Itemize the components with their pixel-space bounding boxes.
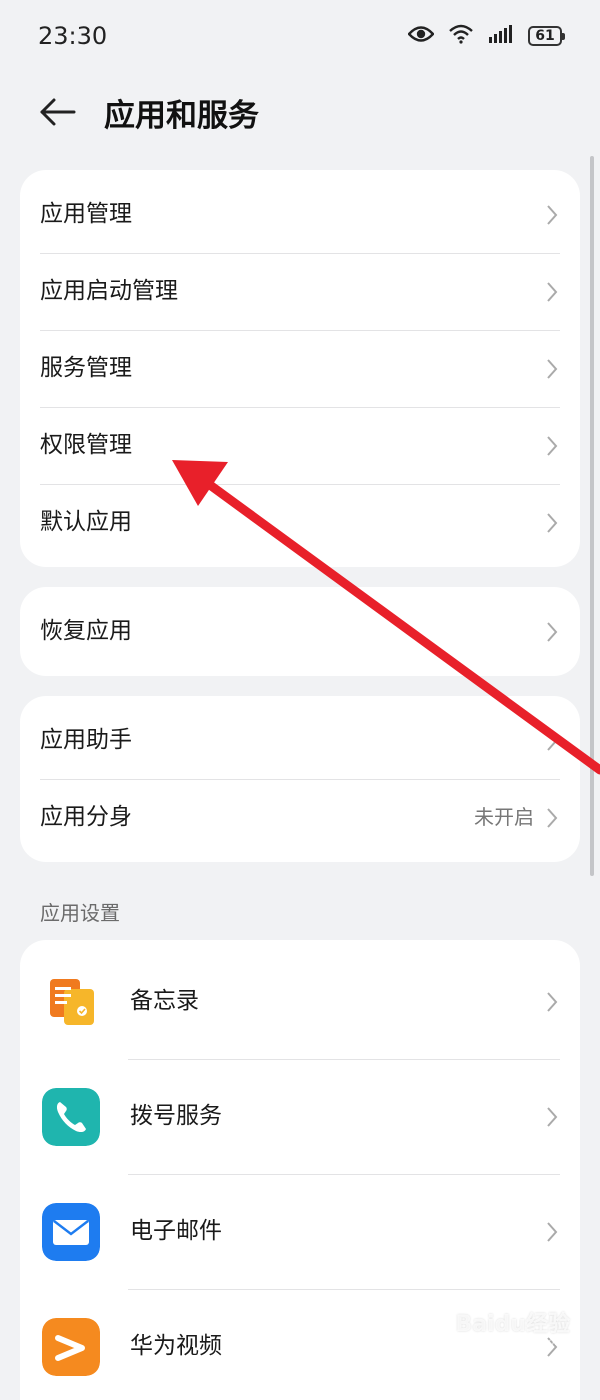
list-item-label: 华为视频 [130,1289,222,1400]
status-time: 23:30 [38,22,107,50]
chevron-right-icon [546,281,558,303]
chevron-right-icon [546,991,558,1013]
list-item-label: 默认应用 [40,484,132,561]
phone-icon [42,1088,100,1146]
card-app-tools: 应用助手 应用分身 未开启 [20,696,580,862]
list-item-label: 应用启动管理 [40,253,178,330]
back-button[interactable] [30,88,86,136]
card-app-management: 应用管理 应用启动管理 服务管理 权限管理 默认应用 [20,170,580,567]
list-item-app-launch[interactable]: 应用启动管理 [20,253,580,330]
list-item-email[interactable]: 电子邮件 [20,1174,580,1289]
chevron-right-icon [546,621,558,643]
eye-icon [408,25,434,47]
list-item-notepad[interactable]: 备忘录 [20,944,580,1059]
list-item-default-apps[interactable]: 默认应用 [20,484,580,561]
back-arrow-icon [30,88,86,136]
signal-icon [488,24,514,48]
list-item-dialer[interactable]: 拨号服务 [20,1059,580,1174]
chevron-right-icon [546,1221,558,1243]
list-item-label: 拨号服务 [130,1059,222,1174]
list-item-label: 应用管理 [40,176,132,253]
notepad-icon [42,973,100,1031]
video-icon [42,1318,100,1376]
wifi-icon [448,24,474,48]
section-header-app-settings: 应用设置 [40,897,120,926]
list-item-label: 权限管理 [40,407,132,484]
chevron-right-icon [546,435,558,457]
mail-icon [42,1203,100,1261]
status-icons: 61 [408,24,562,48]
page-title: 应用和服务 [104,90,259,135]
card-restore: 恢复应用 [20,587,580,676]
list-item-label: 恢复应用 [40,587,132,676]
list-item-label: 应用助手 [40,702,132,779]
chevron-right-icon [546,512,558,534]
list-item-app-management[interactable]: 应用管理 [20,176,580,253]
chevron-right-icon [546,730,558,752]
status-value: 未开启 [474,779,534,856]
status-bar: 23:30 61 [0,0,600,76]
watermark-url: jingyan.baidu.com [472,1337,564,1348]
list-item-permission-management[interactable]: 权限管理 [20,407,580,484]
list-item-app-assistant[interactable]: 应用助手 [20,702,580,779]
list-item-label: 电子邮件 [130,1174,222,1289]
list-item-label: 备忘录 [130,944,199,1059]
chevron-right-icon [546,1106,558,1128]
list-item-app-twin[interactable]: 应用分身 未开启 [20,779,580,856]
list-item-label: 应用分身 [40,779,132,856]
list-item-service-management[interactable]: 服务管理 [20,330,580,407]
scrollbar[interactable] [590,156,594,876]
list-item-restore-apps[interactable]: 恢复应用 [20,587,580,676]
chevron-right-icon [546,204,558,226]
title-bar: 应用和服务 [0,76,600,152]
chevron-right-icon [546,358,558,380]
watermark-logo: Baidu经验 [455,1306,570,1338]
battery-icon: 61 [528,26,562,46]
list-item-label: 服务管理 [40,330,132,407]
chevron-right-icon [546,807,558,829]
